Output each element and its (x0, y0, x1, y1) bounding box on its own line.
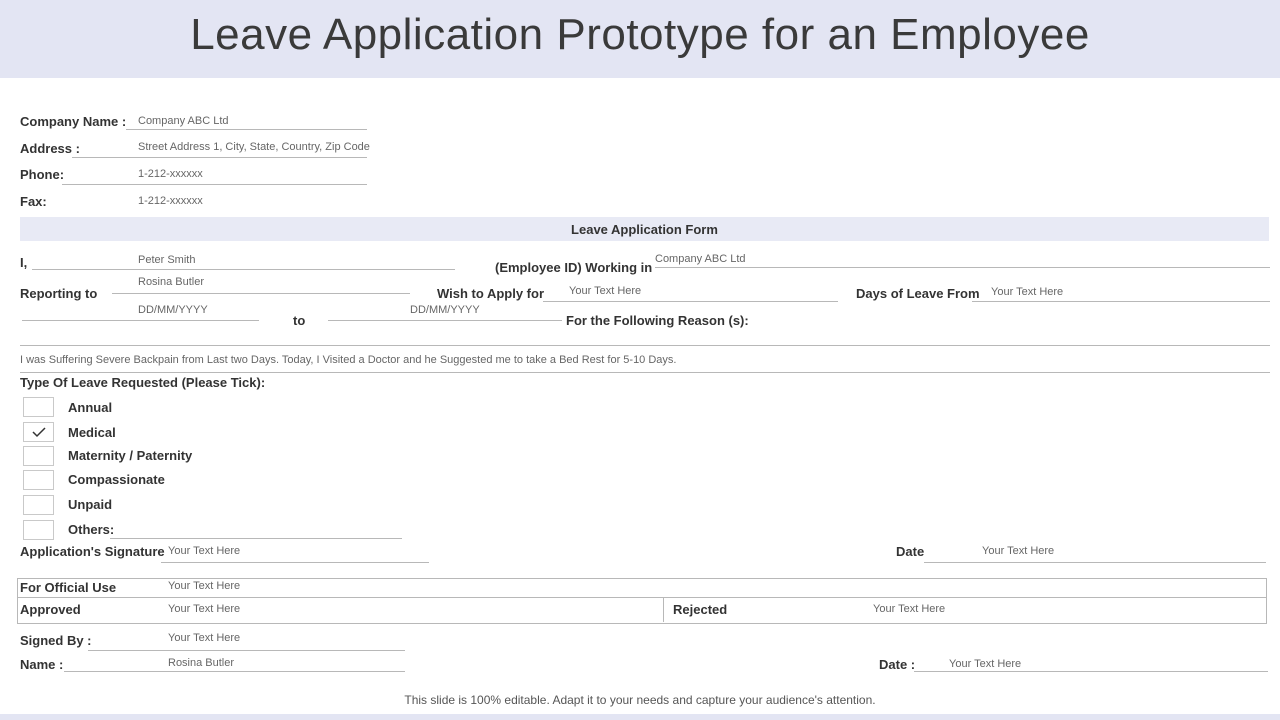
to-label: to (293, 313, 306, 328)
checkmark-icon (31, 427, 46, 438)
wish-label: Wish to Apply for (437, 286, 545, 301)
signature-line (161, 562, 429, 563)
wish-line (543, 301, 838, 302)
approved-label: Approved (20, 602, 81, 617)
employee-id-label: (Employee ID) Working in (495, 260, 653, 275)
signed-date-label: Date : (879, 657, 916, 672)
footer-note: This slide is 100% editable. Adapt it to… (404, 693, 876, 707)
signature-date-value[interactable]: Your Text Here (982, 545, 1054, 557)
leave-type-label: Type Of Leave Requested (Please Tick): (20, 375, 266, 390)
working-in-value[interactable]: Company ABC Ltd (655, 253, 746, 265)
checkbox-medical[interactable] (23, 422, 54, 442)
employee-name-line (32, 269, 455, 270)
company-name-value[interactable]: Company ABC Ltd (138, 115, 229, 127)
leave-option-medical: Medical (68, 425, 116, 440)
address-line (72, 157, 367, 158)
name-line (64, 671, 405, 672)
leave-option-unpaid: Unpaid (68, 497, 113, 512)
others-line (110, 538, 402, 539)
days-label: Days of Leave From (856, 286, 980, 301)
signed-date-value[interactable]: Your Text Here (949, 658, 1021, 670)
working-in-line (655, 267, 1270, 268)
rejected-value[interactable]: Your Text Here (873, 603, 945, 615)
official-use-label: For Official Use (20, 580, 117, 595)
leave-option-maternity: Maternity / Paternity (68, 448, 193, 463)
fax-value[interactable]: 1-212-xxxxxx (138, 195, 203, 207)
leave-option-others: Others: (68, 522, 115, 537)
official-use-divider (17, 597, 1266, 598)
leave-option-annual: Annual (68, 400, 113, 415)
checkbox-annual[interactable] (23, 397, 54, 417)
reason-top-line (20, 345, 1270, 346)
signature-date-line (924, 562, 1266, 563)
company-name-line (126, 129, 367, 130)
phone-label: Phone: (20, 167, 65, 182)
official-use-vdivider (663, 598, 664, 622)
signature-value[interactable]: Your Text Here (168, 545, 240, 557)
from-date-line (22, 320, 259, 321)
company-name-label: Company Name : (20, 114, 127, 129)
leave-option-compassionate: Compassionate (68, 472, 165, 487)
to-date-value[interactable]: DD/MM/YYYY (410, 304, 480, 316)
name-value[interactable]: Rosina Butler (168, 657, 234, 669)
checkbox-maternity[interactable] (23, 446, 54, 466)
checkbox-compassionate[interactable] (23, 470, 54, 490)
checkbox-unpaid[interactable] (23, 495, 54, 515)
reason-bottom-line (20, 372, 1270, 373)
reporting-label: Reporting to (20, 286, 98, 301)
reporting-value[interactable]: Rosina Butler (138, 276, 204, 288)
phone-line (62, 184, 367, 185)
days-line (972, 301, 1270, 302)
checkbox-others[interactable] (23, 520, 54, 540)
signature-label: Application's Signature (20, 544, 165, 559)
rejected-label: Rejected (673, 602, 728, 617)
form-section-title: Leave Application Form (571, 222, 718, 237)
signed-by-value[interactable]: Your Text Here (168, 632, 240, 644)
official-use-value[interactable]: Your Text Here (168, 580, 240, 592)
footer-band (0, 714, 1280, 720)
reason-text[interactable]: I was Suffering Severe Backpain from Las… (20, 354, 676, 366)
fax-label: Fax: (20, 194, 47, 209)
days-value[interactable]: Your Text Here (991, 286, 1063, 298)
signed-by-line (88, 650, 405, 651)
page-title: Leave Application Prototype for an Emplo… (190, 10, 1090, 59)
reporting-line (112, 293, 410, 294)
address-label: Address : (20, 141, 80, 156)
signature-date-label: Date (896, 544, 925, 559)
to-date-line (328, 320, 562, 321)
wish-value[interactable]: Your Text Here (569, 285, 641, 297)
employee-name-value[interactable]: Peter Smith (138, 254, 195, 266)
i-label: I, (20, 255, 28, 270)
from-date-value[interactable]: DD/MM/YYYY (138, 304, 208, 316)
signed-by-label: Signed By : (20, 633, 92, 648)
signed-date-line (914, 671, 1268, 672)
phone-value[interactable]: 1-212-xxxxxx (138, 168, 203, 180)
name-label: Name : (20, 657, 64, 672)
address-value[interactable]: Street Address 1, City, State, Country, … (138, 141, 370, 153)
approved-value[interactable]: Your Text Here (168, 603, 240, 615)
reason-label: For the Following Reason (s): (566, 313, 749, 328)
